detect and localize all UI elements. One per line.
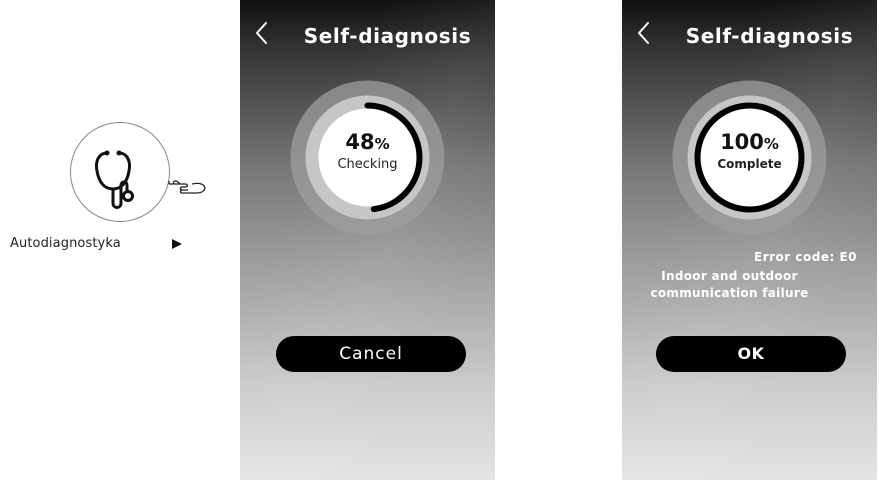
play-triangle-icon [172,239,182,249]
error-line: Indoor and outdoor [661,269,798,283]
stethoscope-icon [95,150,134,209]
error-description: Indoor and outdoor communication failure [622,268,837,302]
progress-status: Checking [337,157,398,172]
screen-title: Self-diagnosis [685,24,854,48]
progress-percent: 48% [345,130,390,154]
self-diagnosis-complete-screen: Self-diagnosis 100% Complete Error code:… [622,0,877,480]
pointing-hand-icon [168,180,206,194]
back-chevron-icon[interactable] [252,20,272,46]
progress-percent: 100% [720,130,779,154]
screen-title: Self-diagnosis [303,24,472,48]
progress-status: Complete [717,157,782,171]
error-code: Error code: E0 [754,250,857,264]
ok-button[interactable]: OK [656,336,846,372]
self-diagnosis-feature-icon[interactable] [70,122,170,222]
feature-label: Autodiagnostyka [10,236,121,251]
cancel-button[interactable]: Cancel [276,336,466,372]
error-line: communication failure [650,286,809,300]
self-diagnosis-checking-screen: Self-diagnosis 48% Checking Cancel [240,0,495,480]
back-chevron-icon[interactable] [634,20,654,46]
